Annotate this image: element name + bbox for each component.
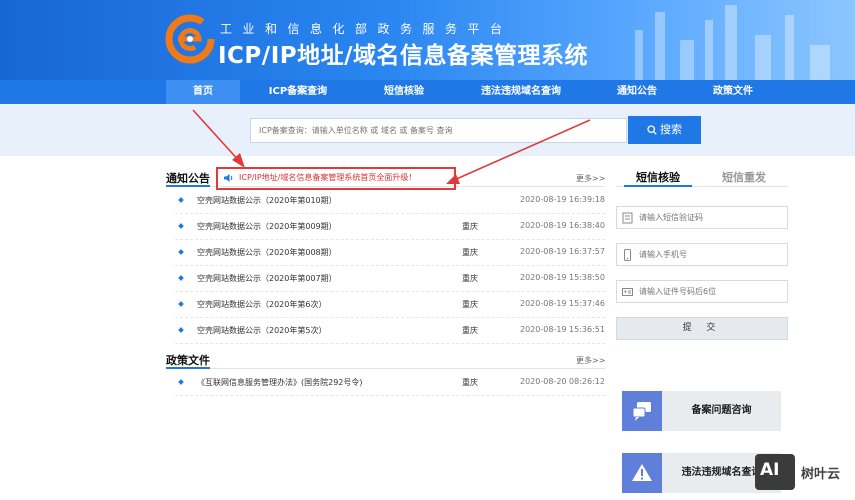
bullet-icon xyxy=(178,223,184,229)
nav-notices[interactable]: 通知公告 xyxy=(604,80,670,104)
policy-region: 重庆 xyxy=(462,378,478,387)
row-divider xyxy=(175,213,605,214)
skyline-decoration xyxy=(595,0,855,80)
search-icon xyxy=(647,125,657,135)
policy-date: 2020-08-20 08:26:12 xyxy=(520,377,605,386)
policy-rule xyxy=(210,368,605,369)
notice-row[interactable]: 空壳网站数据公示（2020年第008期） 重庆 2020-08-19 16:37… xyxy=(175,244,605,264)
policy-row[interactable]: 《互联网信息服务管理办法》(国务院292号令) 重庆 2020-08-20 08… xyxy=(175,374,605,394)
nav-policy[interactable]: 政策文件 xyxy=(700,80,766,104)
notice-date: 2020-08-19 16:39:18 xyxy=(520,195,605,204)
bullet-icon xyxy=(178,197,184,203)
notice-date: 2020-08-19 15:37:46 xyxy=(520,299,605,308)
nav-illegal-domain[interactable]: 违法违规域名查询 xyxy=(466,80,576,104)
notice-date: 2020-08-19 16:38:40 xyxy=(520,221,605,230)
id-input[interactable] xyxy=(639,283,779,300)
notice-title: 空壳网站数据公示（2020年第010期） xyxy=(197,196,337,205)
row-divider xyxy=(175,343,605,344)
notice-date: 2020-08-19 15:36:51 xyxy=(520,325,605,334)
phone-input[interactable] xyxy=(639,246,779,263)
bullet-icon xyxy=(178,327,184,333)
warning-icon xyxy=(632,464,652,481)
submit-button[interactable]: 提 交 xyxy=(616,317,788,340)
consult-card[interactable]: 备案问题咨询 xyxy=(622,391,781,431)
notice-region: 重庆 xyxy=(462,300,478,309)
notice-region: 重庆 xyxy=(462,326,478,335)
consult-label: 备案问题咨询 xyxy=(691,405,752,416)
notice-row[interactable]: 空壳网站数据公示（2020年第5次） 重庆 2020-08-19 15:36:5… xyxy=(175,322,605,342)
bullet-icon xyxy=(178,249,184,255)
notice-title: 空壳网站数据公示（2020年第008期） xyxy=(197,248,337,257)
watermark-text: 树叶云 xyxy=(801,467,841,482)
bullet-icon xyxy=(178,275,184,281)
code-icon xyxy=(622,212,633,224)
notice-title: 空壳网站数据公示（2020年第009期） xyxy=(197,222,337,231)
notices-more-link[interactable]: 更多>> xyxy=(576,173,605,184)
nav-icp-query[interactable]: ICP备案查询 xyxy=(252,80,344,104)
watermark-ai-text: AI xyxy=(760,460,780,480)
notice-date: 2020-08-19 15:38:50 xyxy=(520,273,605,282)
search-button[interactable]: 搜索 xyxy=(628,116,701,144)
row-divider xyxy=(175,291,605,292)
row-divider xyxy=(175,395,605,396)
watermark: AI 树叶云 xyxy=(755,454,855,494)
speaker-icon xyxy=(224,174,233,182)
notice-row[interactable]: 空壳网站数据公示（2020年第009期） 重庆 2020-08-19 16:38… xyxy=(175,218,605,238)
portal-subtitle: 工业和信息化部政务服务平台 xyxy=(220,22,513,36)
id-card-icon xyxy=(622,288,633,296)
policy-underline xyxy=(166,367,210,369)
site-logo-icon xyxy=(165,14,215,64)
policy-doc-title: 《互联网信息服务管理办法》(国务院292号令) xyxy=(197,378,363,387)
id-field xyxy=(616,280,788,303)
watermark-badge: AI xyxy=(755,454,795,490)
notice-row[interactable]: 空壳网站数据公示（2020年第007期） 重庆 2020-08-19 15:38… xyxy=(175,270,605,290)
policy-more-link[interactable]: 更多>> xyxy=(576,355,605,366)
notice-region: 重庆 xyxy=(462,248,478,257)
search-button-label: 搜索 xyxy=(660,123,682,136)
phone-icon xyxy=(624,249,631,261)
notice-region: 重庆 xyxy=(462,222,478,231)
notice-row[interactable]: 空壳网站数据公示（2020年第6次） 重庆 2020-08-19 15:37:4… xyxy=(175,296,605,316)
policy-title: 政策文件 xyxy=(166,354,210,367)
row-divider xyxy=(175,317,605,318)
sms-code-input[interactable] xyxy=(639,209,779,226)
tab-sms-verify[interactable]: 短信核验 xyxy=(636,169,680,185)
nav-sms-verify[interactable]: 短信核验 xyxy=(368,80,440,104)
notice-title: 空壳网站数据公示（2020年第5次） xyxy=(197,326,327,335)
consult-icon-bg xyxy=(622,391,662,431)
active-tab-underline xyxy=(624,185,692,187)
row-divider xyxy=(175,239,605,240)
row-divider xyxy=(175,265,605,266)
bullet-icon xyxy=(178,301,184,307)
notices-title: 通知公告 xyxy=(166,172,210,185)
phone-field xyxy=(616,243,788,266)
system-title: ICP/IP地址/域名信息备案管理系统 xyxy=(218,43,589,69)
notice-region: 重庆 xyxy=(462,274,478,283)
tab-sms-resend[interactable]: 短信重发 xyxy=(722,169,766,185)
notice-date: 2020-08-19 16:37:57 xyxy=(520,247,605,256)
sms-code-field xyxy=(616,206,788,229)
icp-search-input[interactable] xyxy=(250,118,627,143)
bullet-icon xyxy=(178,379,184,385)
nav-home[interactable]: 首页 xyxy=(166,80,240,104)
main-nav: 首页 ICP备案查询 短信核验 违法违规域名查询 通知公告 政策文件 xyxy=(0,80,855,104)
notices-underline xyxy=(166,185,210,187)
notice-title: 空壳网站数据公示（2020年第007期） xyxy=(197,274,337,283)
highlight-notice[interactable]: ICP/IP地址/域名信息备案管理系统首页全面升级！ xyxy=(239,172,416,183)
notice-title: 空壳网站数据公示（2020年第6次） xyxy=(197,300,327,309)
chat-icon xyxy=(632,402,651,421)
notice-row[interactable]: 空壳网站数据公示（2020年第010期） 2020-08-19 16:39:18 xyxy=(175,192,605,212)
warning-icon-bg xyxy=(622,453,662,493)
